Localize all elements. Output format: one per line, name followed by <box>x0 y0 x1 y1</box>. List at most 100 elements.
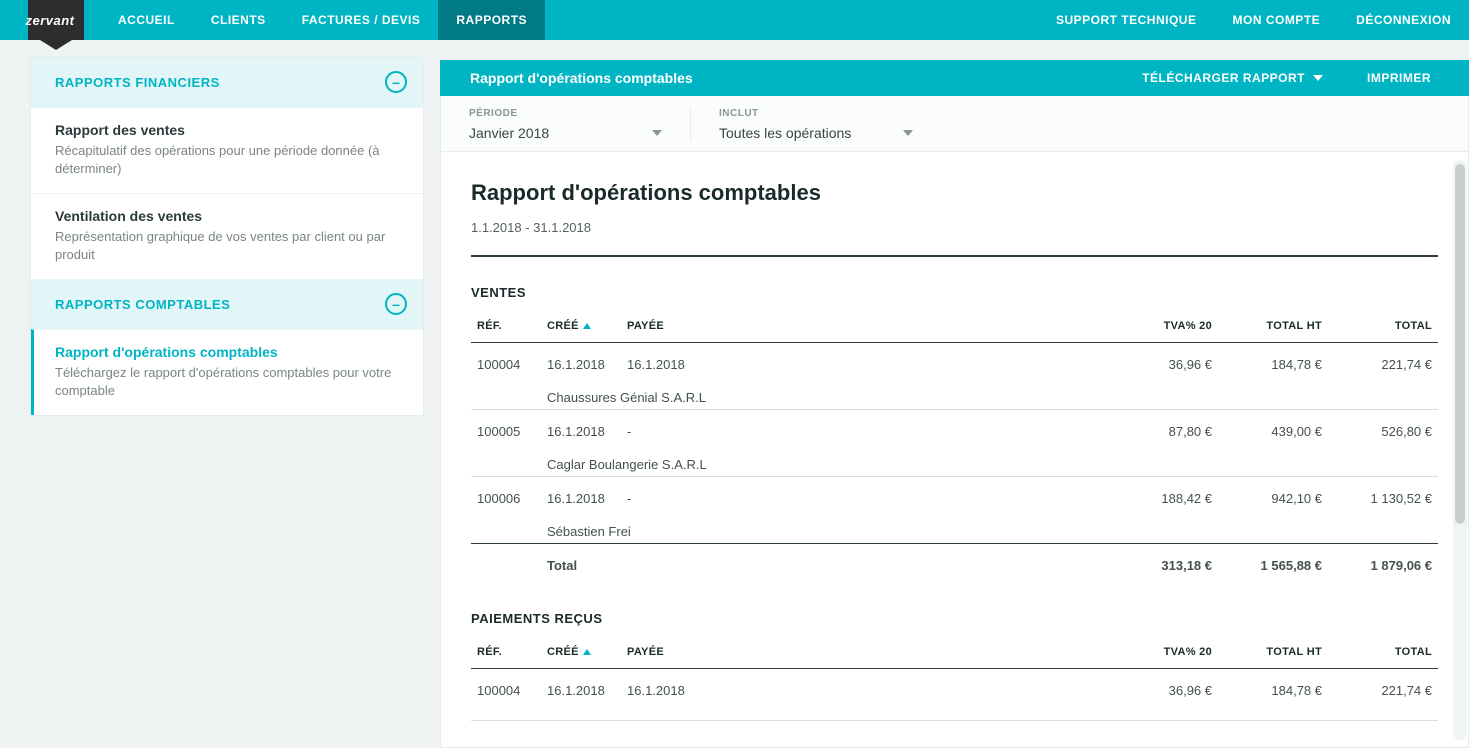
cell-client: Chaussures Génial S.A.R.L <box>541 376 1438 410</box>
cell-ref: 100006 <box>471 477 541 511</box>
cell-net: 184,78 € <box>1218 669 1328 703</box>
logo-text: zervant <box>25 13 74 28</box>
table-total-row: Total313,18 €1 565,88 €1 879,06 € <box>471 544 1438 578</box>
collapse-icon[interactable]: – <box>385 71 407 93</box>
cell-net: 942,10 € <box>1218 477 1328 511</box>
filter-period-label: PÉRIODE <box>469 108 662 119</box>
nav-item-logout[interactable]: DÉCONNEXION <box>1338 0 1469 40</box>
sidebar-item-operations[interactable]: Rapport d'opérations comptables Télécharg… <box>31 329 423 415</box>
nav-item-rapports[interactable]: RAPPORTS <box>438 0 545 40</box>
nav-item-accueil[interactable]: ACCUEIL <box>100 0 193 40</box>
cell-ref: 100004 <box>471 669 541 703</box>
report-table-ventes: RÉF.CRÉÉPAYÉETVA% 20TOTAL HTTOTAL1000041… <box>471 310 1438 577</box>
total-vat: 313,18 € <box>1108 544 1218 578</box>
col-vat[interactable]: TVA% 20 <box>1108 636 1218 669</box>
report-date-range: 1.1.2018 - 31.1.2018 <box>471 220 1438 235</box>
cell-created: 16.1.2018 <box>541 410 621 444</box>
filter-include: INCLUT Toutes les opérations <box>691 108 941 141</box>
nav-item-clients[interactable]: CLIENTS <box>193 0 284 40</box>
filter-include-value: Toutes les opérations <box>719 125 851 141</box>
logo[interactable]: zervant <box>0 0 100 40</box>
top-nav: zervant ACCUEILCLIENTSFACTURES / DEVISRA… <box>0 0 1469 40</box>
total-net: 1 565,88 € <box>1218 544 1328 578</box>
cell-client <box>541 702 1438 721</box>
cell-ref: 100005 <box>471 410 541 444</box>
sidebar-group-header-comptables[interactable]: RAPPORTS COMPTABLES– <box>31 279 423 329</box>
col-vat[interactable]: TVA% 20 <box>1108 310 1218 343</box>
nav-item-compte[interactable]: MON COMPTE <box>1214 0 1338 40</box>
col-net[interactable]: TOTAL HT <box>1218 310 1328 343</box>
nav-item-support[interactable]: SUPPORT TECHNIQUE <box>1038 0 1215 40</box>
table-row-client: Sébastien Frei <box>471 510 1438 544</box>
table-row-client: Chaussures Génial S.A.R.L <box>471 376 1438 410</box>
sidebar-card: RAPPORTS FINANCIERS– Rapport des ventes Ré… <box>30 56 424 416</box>
sort-asc-icon <box>583 649 591 655</box>
cell-created: 16.1.2018 <box>541 669 621 703</box>
table-row: 10000516.1.2018-87,80 €439,00 €526,80 € <box>471 410 1438 444</box>
report-header-bar: Rapport d'opérations comptables TÉLÉCHAR… <box>440 60 1469 96</box>
cell-client: Sébastien Frei <box>541 510 1438 544</box>
total-total: 1 879,06 € <box>1328 544 1438 578</box>
sidebar-item-ventes[interactable]: Rapport des ventes Récapitulatif des opér… <box>31 107 423 193</box>
col-ref[interactable]: RÉF. <box>471 636 541 669</box>
cell-paid: - <box>621 477 1108 511</box>
nav-right: SUPPORT TECHNIQUEMON COMPTEDÉCONNEXION <box>1038 0 1469 40</box>
cell-net: 439,00 € <box>1218 410 1328 444</box>
report-scroll-area[interactable]: Rapport d'opérations comptables 1.1.2018… <box>440 152 1469 748</box>
divider <box>471 255 1438 257</box>
report-bar-title: Rapport d'opérations comptables <box>470 70 693 86</box>
sidebar-group-header-financiers[interactable]: RAPPORTS FINANCIERS– <box>31 57 423 107</box>
main-column: Rapport d'opérations comptables TÉLÉCHAR… <box>440 40 1469 748</box>
cell-created: 16.1.2018 <box>541 343 621 377</box>
scrollbar[interactable] <box>1453 160 1467 740</box>
table-row: 10000616.1.2018-188,42 €942,10 €1 130,52… <box>471 477 1438 511</box>
filter-period: PÉRIODE Janvier 2018 <box>441 108 691 141</box>
chevron-down-icon <box>652 130 662 136</box>
cell-paid: 16.1.2018 <box>621 669 1108 703</box>
section-title-paiements: PAIEMENTS REÇUS <box>471 611 1438 626</box>
cell-vat: 87,80 € <box>1108 410 1218 444</box>
cell-created: 16.1.2018 <box>541 477 621 511</box>
cell-paid: - <box>621 410 1108 444</box>
cell-total: 1 130,52 € <box>1328 477 1438 511</box>
sidebar-item-title: Rapport d'opérations comptables <box>55 344 403 360</box>
chevron-down-icon <box>1313 75 1323 81</box>
sidebar-item-desc: Récapitulatif des opérations pour une pé… <box>55 142 403 177</box>
nav-left: ACCUEILCLIENTSFACTURES / DEVISRAPPORTS <box>100 0 545 40</box>
section-title-ventes: VENTES <box>471 285 1438 300</box>
filter-period-select[interactable]: Janvier 2018 <box>469 125 662 141</box>
col-net[interactable]: TOTAL HT <box>1218 636 1328 669</box>
cell-vat: 188,42 € <box>1108 477 1218 511</box>
sidebar-item-ventilation[interactable]: Ventilation des ventesReprésentation gra… <box>31 193 423 279</box>
cell-total: 526,80 € <box>1328 410 1438 444</box>
col-paid[interactable]: PAYÉE <box>621 636 1108 669</box>
cell-total: 221,74 € <box>1328 669 1438 703</box>
filter-include-select[interactable]: Toutes les opérations <box>719 125 913 141</box>
nav-item-factures[interactable]: FACTURES / DEVIS <box>284 0 439 40</box>
chevron-down-icon <box>903 130 913 136</box>
cell-client: Caglar Boulangerie S.A.R.L <box>541 443 1438 477</box>
table-row: 10000416.1.201816.1.201836,96 €184,78 €2… <box>471 669 1438 703</box>
col-total[interactable]: TOTAL <box>1328 310 1438 343</box>
total-label: Total <box>541 544 1108 578</box>
sidebar-item-title: Rapport des ventes <box>55 122 403 138</box>
download-report-button[interactable]: TÉLÉCHARGER RAPPORT <box>1134 71 1331 85</box>
sidebar-item-title: Ventilation des ventes <box>55 208 403 224</box>
cell-vat: 36,96 € <box>1108 669 1218 703</box>
report-title: Rapport d'opérations comptables <box>471 180 1438 206</box>
cell-net: 184,78 € <box>1218 343 1328 377</box>
cell-vat: 36,96 € <box>1108 343 1218 377</box>
collapse-icon[interactable]: – <box>385 293 407 315</box>
col-ref[interactable]: RÉF. <box>471 310 541 343</box>
col-created[interactable]: CRÉÉ <box>541 636 621 669</box>
table-row-client: Caglar Boulangerie S.A.R.L <box>471 443 1438 477</box>
scrollbar-thumb[interactable] <box>1455 164 1465 524</box>
sidebar-item-desc: Téléchargez le rapport d'opérations comp… <box>55 364 403 399</box>
table-row: 10000416.1.201816.1.201836,96 €184,78 €2… <box>471 343 1438 377</box>
table-row-client <box>471 702 1438 721</box>
col-total[interactable]: TOTAL <box>1328 636 1438 669</box>
print-button[interactable]: IMPRIMER <box>1359 71 1439 85</box>
col-paid[interactable]: PAYÉE <box>621 310 1108 343</box>
filter-include-label: INCLUT <box>719 108 913 119</box>
col-created[interactable]: CRÉÉ <box>541 310 621 343</box>
